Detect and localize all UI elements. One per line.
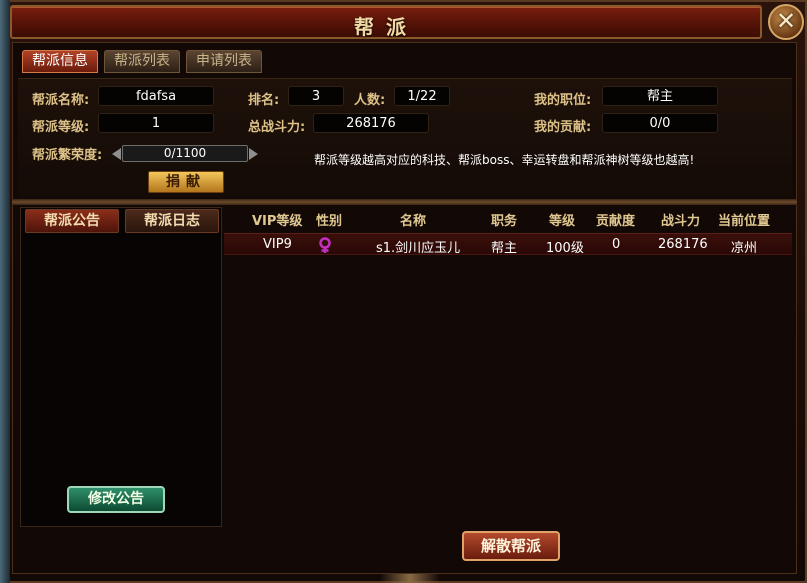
cell-level: 100级 bbox=[546, 241, 584, 256]
my-position-label: 我的职位: bbox=[534, 93, 592, 108]
header-power: 战斗力 bbox=[661, 214, 701, 229]
window-title: 帮派 bbox=[354, 15, 418, 39]
cell-power: 268176 bbox=[658, 237, 708, 252]
header-vip: VIP等级 bbox=[252, 214, 303, 229]
tab-application-list[interactable]: 申请列表 bbox=[186, 50, 262, 73]
tab-guild-info[interactable]: 帮派信息 bbox=[22, 50, 98, 73]
my-contribution-label: 我的贡献: bbox=[534, 120, 592, 135]
cell-vip: VIP9 bbox=[263, 237, 292, 252]
members-value: 1/22 bbox=[394, 86, 450, 106]
bottom-ornament bbox=[380, 574, 440, 583]
header-level: 等级 bbox=[549, 214, 576, 229]
members-label: 人数: bbox=[354, 93, 386, 108]
guild-tip: 帮派等级越高对应的科技、帮派boss、幸运转盘和帮派神树等级也越高! bbox=[314, 153, 695, 167]
title-bar: 帮派 bbox=[10, 5, 762, 39]
notice-text bbox=[24, 236, 218, 476]
section-divider bbox=[12, 199, 797, 205]
cell-location: 凉州 bbox=[731, 241, 758, 256]
rank-value: 3 bbox=[288, 86, 344, 106]
header-gender: 性别 bbox=[316, 214, 343, 229]
guild-level-label: 帮派等级: bbox=[32, 120, 90, 135]
total-power-label: 总战斗力: bbox=[248, 120, 306, 135]
prosperity-value: 0/1100 bbox=[122, 145, 248, 162]
my-position-value: 帮主 bbox=[602, 86, 718, 106]
cell-name: s1.剑川应玉儿 bbox=[376, 241, 461, 256]
guild-name-label: 帮派名称: bbox=[32, 93, 90, 108]
table-row[interactable]: VIP9 s1.剑川应玉儿 帮主 100级 0 268176 凉州 bbox=[224, 233, 792, 256]
cell-role: 帮主 bbox=[491, 241, 518, 256]
cell-contribution: 0 bbox=[612, 237, 621, 252]
prosperity-label: 帮派繁荣度: bbox=[32, 148, 103, 163]
header-role: 职务 bbox=[491, 214, 518, 229]
edit-notice-button[interactable]: 修改公告 bbox=[67, 486, 165, 513]
donate-button[interactable]: 捐献 bbox=[148, 171, 224, 193]
bar-left-cap bbox=[112, 148, 121, 160]
bar-right-cap bbox=[249, 148, 258, 160]
header-contribution: 贡献度 bbox=[596, 214, 636, 229]
close-button[interactable]: ✕ bbox=[768, 4, 804, 40]
guild-name-value: fdafsa bbox=[98, 86, 214, 106]
header-name: 名称 bbox=[400, 214, 427, 229]
my-contribution-value: 0/0 bbox=[602, 113, 718, 133]
main-tabs: 帮派信息 帮派列表 申请列表 bbox=[22, 50, 262, 73]
tab-guild-log[interactable]: 帮派日志 bbox=[125, 209, 219, 233]
tab-guild-list[interactable]: 帮派列表 bbox=[104, 50, 180, 73]
guild-level-value: 1 bbox=[98, 113, 214, 133]
total-power-value: 268176 bbox=[313, 113, 429, 133]
rank-label: 排名: bbox=[248, 93, 280, 108]
background-edge bbox=[0, 0, 10, 583]
prosperity-bar: 0/1100 bbox=[112, 145, 258, 162]
tab-guild-notice[interactable]: 帮派公告 bbox=[25, 209, 119, 233]
member-table-header: VIP等级 性别 名称 职务 等级 贡献度 战斗力 当前位置 bbox=[224, 210, 790, 230]
dissolve-guild-button[interactable]: 解散帮派 bbox=[462, 531, 560, 561]
female-icon bbox=[319, 237, 331, 253]
header-location: 当前位置 bbox=[718, 214, 771, 229]
